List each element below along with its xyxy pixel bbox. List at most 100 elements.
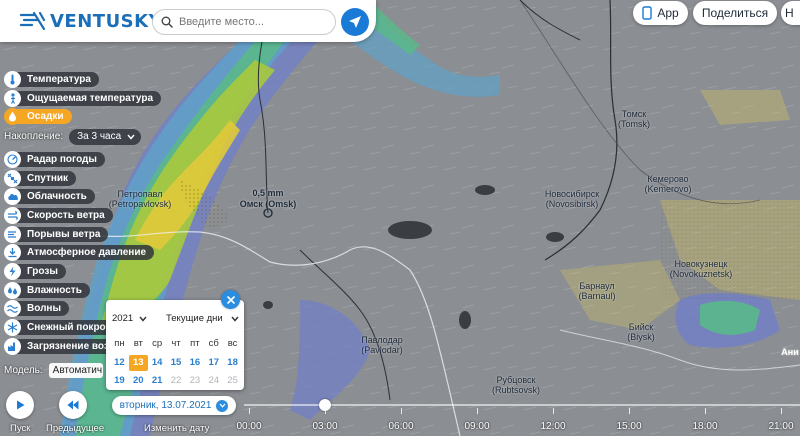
- layer-label: Загрязнение воз: [17, 339, 117, 354]
- close-calendar-button[interactable]: [221, 290, 240, 309]
- change-date-button[interactable]: вторник, 13.07.2021: [112, 396, 236, 415]
- thermometer-icon: [4, 71, 21, 88]
- range-mode-value: Текущие дни: [166, 313, 223, 324]
- layer-precipitation[interactable]: Осадки: [4, 108, 72, 125]
- layer-label: Радар погоды: [17, 152, 105, 167]
- ventusky-logo[interactable]: VENTUSKY: [20, 10, 162, 32]
- calendar-day-disabled: 22: [170, 375, 182, 386]
- timeline-tick: [629, 408, 630, 414]
- layer-cloudiness[interactable]: Облачность: [4, 188, 95, 205]
- calendar-day-disabled: 25: [227, 375, 238, 386]
- search-box[interactable]: [152, 9, 336, 35]
- timeline-tick: [249, 408, 250, 414]
- layer-label: Атмосферное давление: [17, 245, 155, 260]
- logo-wind-icon: [20, 12, 46, 30]
- city-label-rubtsovsk[interactable]: Рубцовск (Rubtsovsk): [492, 375, 540, 395]
- layer-label: Порывы ветра: [17, 227, 109, 242]
- close-icon: [226, 295, 235, 304]
- timeline-hour[interactable]: 21:00: [768, 421, 793, 432]
- timeline-hour[interactable]: 15:00: [616, 421, 641, 432]
- city-label-biysk[interactable]: Бийск (Biysk): [627, 322, 655, 342]
- timeline-tick: [477, 408, 478, 414]
- city-label-pavlodar[interactable]: Павлодар (Pavlodar): [361, 335, 403, 355]
- layer-wind-gusts[interactable]: Порывы ветра: [4, 226, 109, 243]
- city-label-ani[interactable]: Ани: [781, 347, 798, 357]
- layer-humidity[interactable]: Влажность: [4, 282, 90, 299]
- layer-label: Снежный покров: [17, 320, 120, 335]
- timeline-hour[interactable]: 18:00: [692, 421, 717, 432]
- chevron-down-icon: [139, 316, 147, 322]
- waves-icon: [4, 300, 21, 317]
- layer-label: Грозы: [17, 264, 66, 279]
- next-menu-button[interactable]: Н: [781, 1, 800, 25]
- timeline-hour[interactable]: 03:00: [312, 421, 337, 432]
- layer-wind-speed[interactable]: Скорость ветра: [4, 207, 113, 224]
- layer-pressure[interactable]: Атмосферное давление: [4, 244, 155, 261]
- timeline-hour[interactable]: 12:00: [540, 421, 565, 432]
- year-select[interactable]: 2021: [112, 313, 147, 324]
- calendar-day[interactable]: 15: [167, 355, 186, 371]
- city-label-petropavlovsk[interactable]: Петропавл (Petropavlovsk): [109, 189, 172, 209]
- current-date: вторник, 13.07.2021: [119, 400, 212, 411]
- city-label-omsk[interactable]: Омск (Omsk): [240, 199, 297, 209]
- layer-label: Скорость ветра: [17, 208, 113, 223]
- search-input[interactable]: [179, 16, 329, 28]
- layer-satellite[interactable]: Спутник: [4, 170, 77, 187]
- model-label: Модель:: [4, 364, 43, 376]
- layer-waves[interactable]: Волны: [4, 300, 70, 317]
- model-select[interactable]: Автоматич: [48, 362, 103, 378]
- city-label-novosibirsk[interactable]: Новосибирск (Novosibirsk): [545, 189, 599, 209]
- calendar-day-disabled: 24: [208, 375, 220, 386]
- city-label-tomsk[interactable]: Томск (Tomsk): [618, 109, 650, 129]
- previous-button[interactable]: [59, 391, 87, 419]
- timeline-hour[interactable]: 00:00: [236, 421, 261, 432]
- layer-thunderstorms[interactable]: Грозы: [4, 263, 66, 280]
- weekday-label: вт: [133, 338, 143, 349]
- calendar-day[interactable]: 12: [110, 355, 129, 371]
- humidity-icon: [4, 282, 21, 299]
- layer-snow-cover[interactable]: Снежный покров: [4, 319, 120, 336]
- calendar-day[interactable]: 16: [185, 355, 204, 371]
- change-date-caption: Изменить дату: [144, 423, 210, 434]
- city-label-novokuznetsk[interactable]: Новокузнецк (Novokuznetsk): [670, 259, 733, 279]
- calendar-day[interactable]: 18: [223, 355, 242, 371]
- accumulation-select[interactable]: За 3 часа: [69, 128, 142, 145]
- accumulation-label: Накопление:: [4, 131, 64, 142]
- calendar-day[interactable]: 14: [148, 355, 167, 371]
- timeline-tick: [553, 408, 554, 414]
- range-mode-select[interactable]: Текущие дни: [166, 313, 239, 324]
- layer-weather-radar[interactable]: Радар погоды: [4, 151, 105, 168]
- rewind-icon: [67, 400, 79, 410]
- weekday-label: пт: [190, 338, 200, 349]
- city-label-barnaul[interactable]: Барнаул (Barnaul): [578, 281, 615, 301]
- weekday-label: пн: [114, 338, 125, 349]
- previous-caption: Предыдущее: [46, 423, 105, 434]
- calendar-day[interactable]: 20: [129, 373, 148, 389]
- calendar-week-row: 19 20 21 22 23 24 25: [110, 373, 242, 391]
- play-button[interactable]: [6, 391, 34, 419]
- calendar-day[interactable]: 21: [148, 373, 167, 389]
- calendar-day[interactable]: 19: [110, 373, 129, 389]
- layer-label: Спутник: [17, 171, 77, 186]
- play-caption: Пуск: [10, 423, 31, 434]
- app-button-label: App: [657, 6, 679, 20]
- layer-feels-like[interactable]: Ощущаемая температура: [4, 90, 162, 107]
- calendar-day[interactable]: 17: [204, 355, 223, 371]
- calendar-week-row: 12 13 14 15 16 17 18: [110, 355, 242, 373]
- layer-temperature[interactable]: Температура: [4, 71, 99, 88]
- app-button[interactable]: App: [633, 1, 688, 25]
- calendar-day-selected[interactable]: 13: [128, 355, 148, 371]
- layer-label: Осадки: [17, 109, 72, 124]
- locate-me-button[interactable]: [341, 8, 369, 36]
- timeline-hour[interactable]: 09:00: [464, 421, 489, 432]
- layer-label: Облачность: [17, 189, 95, 204]
- weekday-label: ср: [152, 338, 163, 349]
- timeline-tick: [401, 408, 402, 414]
- timeline-hour[interactable]: 06:00: [388, 421, 413, 432]
- share-button[interactable]: Поделиться: [693, 1, 777, 25]
- layer-air-pollution[interactable]: Загрязнение воз: [4, 338, 117, 355]
- omsk-precip-value: 0,5 mm: [252, 188, 284, 198]
- city-label-kemerovo[interactable]: Кемерово (Kemerovo): [644, 174, 691, 194]
- wind-gust-icon: [4, 226, 21, 243]
- satellite-icon: [4, 170, 21, 187]
